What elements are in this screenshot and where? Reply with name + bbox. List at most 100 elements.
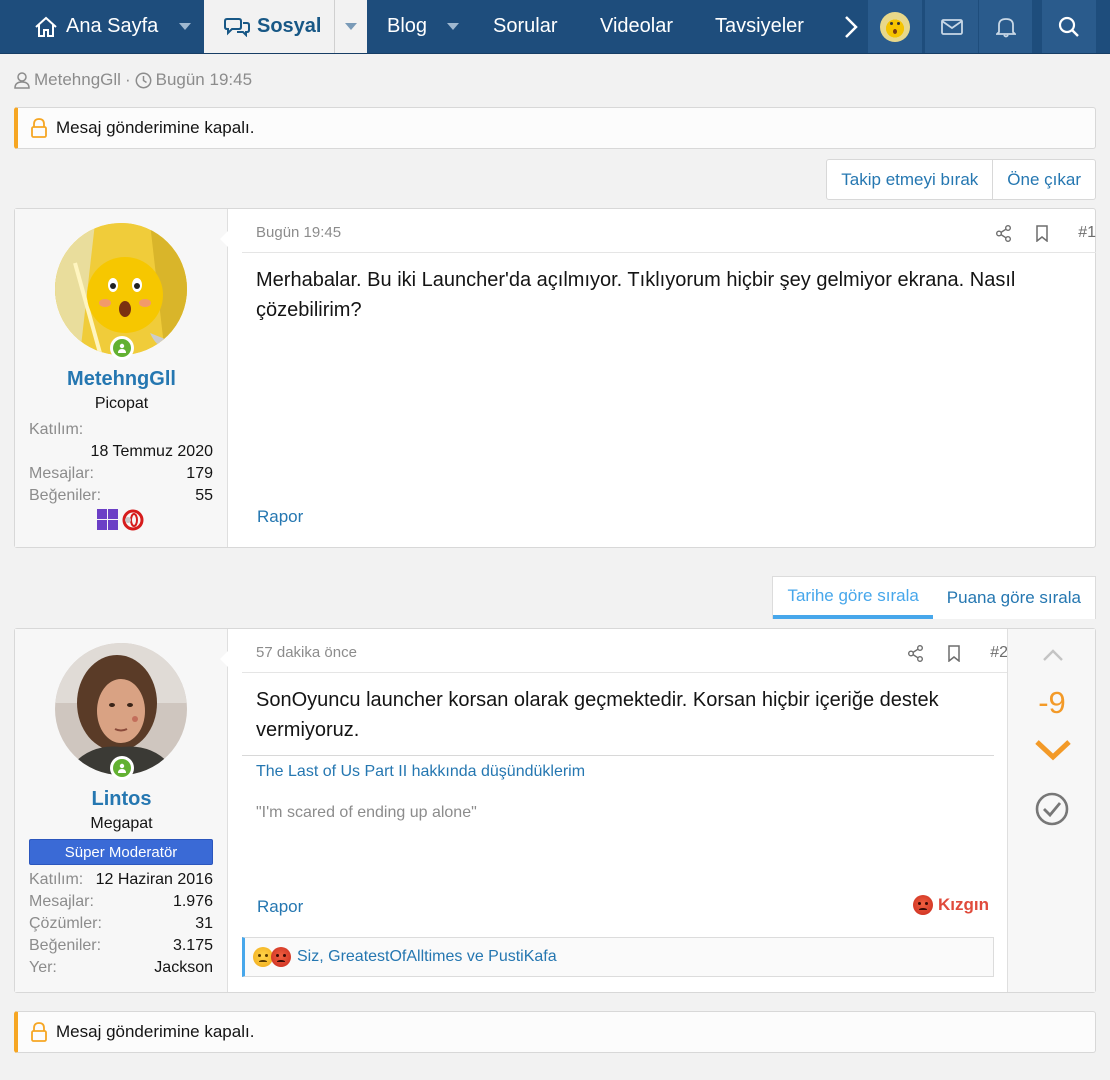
thread-closed-notice: Mesaj gönderimine kapalı.	[14, 107, 1096, 149]
inbox-button[interactable]	[924, 0, 978, 53]
post-arrow	[220, 647, 232, 671]
nav-recommendations-label: Tavsiyeler	[715, 15, 804, 37]
post-2-report-link[interactable]: Rapor	[257, 897, 303, 917]
chevron-down-icon	[1035, 740, 1071, 761]
post-2-username[interactable]: Lintos	[15, 788, 228, 811]
post-2-message: SonOyuncu launcher korsan olarak geçmekt…	[256, 689, 939, 741]
solutions-value: 31	[195, 915, 213, 932]
post-1-messages-row: Mesajlar: 179	[29, 465, 213, 483]
search-button[interactable]	[1042, 0, 1096, 53]
chevron-up-icon	[1043, 649, 1063, 661]
post-2-messages-row: Mesajlar: 1.976	[29, 893, 213, 911]
lock-icon	[30, 1022, 48, 1042]
post-1-likes-row: Beğeniler: 55	[29, 487, 213, 505]
post-2-time[interactable]: 57 dakika önce	[256, 644, 357, 661]
messages-value: 1.976	[172, 893, 213, 910]
nav-home[interactable]: Ana Sayfa	[34, 0, 158, 53]
post-1-username[interactable]: MetehngGll	[15, 368, 228, 391]
post-1-time[interactable]: Bugün 19:45	[256, 224, 341, 241]
post-1: MetehngGll Picopat Katılım: 18 Temmuz 20…	[14, 208, 1096, 548]
avatar	[880, 11, 910, 42]
mark-solution-button[interactable]	[1035, 792, 1069, 826]
thread-time-link[interactable]: Bugün 19:45	[156, 70, 252, 90]
chevron-down-icon	[447, 22, 459, 30]
bookmark-icon[interactable]	[947, 645, 961, 662]
thread-author-link[interactable]: MetehngGll	[34, 70, 121, 90]
post-1-joined-row: Katılım:	[29, 421, 213, 439]
nav-blog-dropdown[interactable]	[436, 0, 470, 53]
reactions-text[interactable]: Siz, GreatestOfAlltimes ve PustiKafa	[297, 948, 557, 966]
thread-meta: MetehngGll · Bugün 19:45	[14, 70, 252, 90]
search-icon	[1058, 16, 1079, 37]
post-2-location-row: Yer: Jackson	[29, 959, 213, 977]
sort-by-score-tab[interactable]: Puana göre sırala	[933, 577, 1095, 619]
envelope-icon	[940, 18, 963, 35]
windows-icon	[97, 509, 118, 530]
account-avatar-button[interactable]	[868, 0, 922, 53]
post-2-number[interactable]: #2	[990, 644, 1008, 662]
post-1-report-link[interactable]: Rapor	[257, 507, 303, 527]
online-status-indicator	[110, 756, 134, 780]
user-platform-icons	[97, 509, 144, 531]
notice-text: Mesaj gönderimine kapalı.	[56, 118, 255, 137]
feature-button[interactable]: Öne çıkar	[992, 160, 1095, 199]
post-2-user-title: Megapat	[90, 815, 153, 832]
post-2-reactions-bar[interactable]: Siz, GreatestOfAlltimes ve PustiKafa	[242, 937, 994, 977]
notice-text: Mesaj gönderimine kapalı.	[56, 1022, 255, 1041]
nav-social[interactable]: Sosyal	[204, 0, 334, 53]
post-2-my-reaction[interactable]: Kızgın	[913, 895, 989, 915]
downvote-button[interactable]	[1034, 739, 1072, 761]
upvote-button[interactable]	[1042, 649, 1064, 662]
top-navigation: Ana Sayfa Sosyal Blog Sorular Videolar T…	[0, 0, 1110, 54]
post-1-joined-value-row: 18 Temmuz 2020	[29, 443, 213, 461]
post-2-signature: The Last of Us Part II hakkında düşündük…	[242, 755, 994, 822]
meta-separator: ·	[124, 70, 131, 89]
reaction-label: Kızgın	[938, 895, 989, 914]
post-2-user-panel: Lintos Megapat Süper Moderatör Katılım: …	[15, 629, 228, 992]
solutions-label: Çözümler:	[29, 915, 102, 932]
bell-icon	[995, 17, 1016, 37]
post-1-header: Bugün 19:45 #1	[242, 213, 1096, 253]
post-1-user-title: Picopat	[94, 395, 149, 412]
likes-label: Beğeniler:	[29, 937, 102, 954]
unwatch-button[interactable]: Takip etmeyi bırak	[827, 160, 992, 199]
home-icon	[34, 16, 58, 38]
location-value: Jackson	[154, 959, 213, 976]
vote-score: -9	[1038, 685, 1066, 720]
clock-icon	[135, 72, 152, 89]
nav-recommendations[interactable]: Tavsiyeler	[715, 0, 804, 53]
signature-link[interactable]: The Last of Us Part II hakkında düşündük…	[256, 763, 994, 781]
nav-blog[interactable]: Blog	[387, 0, 427, 53]
share-icon[interactable]	[907, 645, 924, 662]
nav-social-dropdown[interactable]	[334, 0, 367, 53]
share-icon[interactable]	[995, 225, 1012, 242]
joined-label: Katılım:	[29, 421, 84, 438]
post-1-message: Merhabalar. Bu iki Launcher'da açılmıyor…	[256, 269, 1016, 321]
thread-actions: Takip etmeyi bırak Öne çıkar	[826, 159, 1096, 200]
nav-home-dropdown[interactable]	[168, 0, 202, 53]
post-2: Lintos Megapat Süper Moderatör Katılım: …	[14, 628, 1096, 993]
angry-face-icon	[913, 895, 933, 915]
lock-icon	[30, 118, 48, 138]
thread-closed-notice-bottom: Mesaj gönderimine kapalı.	[14, 1011, 1096, 1053]
sort-by-date-tab[interactable]: Tarihe göre sırala	[773, 577, 933, 619]
user-online-icon	[118, 343, 126, 353]
messages-label: Mesajlar:	[29, 893, 94, 910]
post-1-user-panel: MetehngGll Picopat Katılım: 18 Temmuz 20…	[15, 209, 228, 547]
opera-icon	[122, 509, 144, 531]
post-2-likes-row: Beğeniler: 3.175	[29, 937, 213, 955]
chat-bubbles-icon	[224, 17, 250, 37]
nav-questions[interactable]: Sorular	[493, 0, 557, 53]
signature-quote: "I'm scared of ending up alone"	[256, 804, 477, 821]
nav-videos[interactable]: Videolar	[600, 0, 673, 53]
chevron-down-icon	[179, 22, 191, 30]
joined-label: Katılım:	[29, 871, 84, 888]
messages-value: 179	[186, 465, 213, 482]
alerts-button[interactable]	[978, 0, 1032, 53]
post-1-number[interactable]: #1	[1078, 224, 1096, 242]
nav-social-label: Sosyal	[257, 15, 322, 37]
bookmark-icon[interactable]	[1035, 225, 1049, 242]
user-role-badge: Süper Moderatör	[29, 839, 213, 865]
nav-questions-label: Sorular	[493, 15, 558, 37]
sort-tabs: Tarihe göre sırala Puana göre sırala	[772, 576, 1096, 619]
